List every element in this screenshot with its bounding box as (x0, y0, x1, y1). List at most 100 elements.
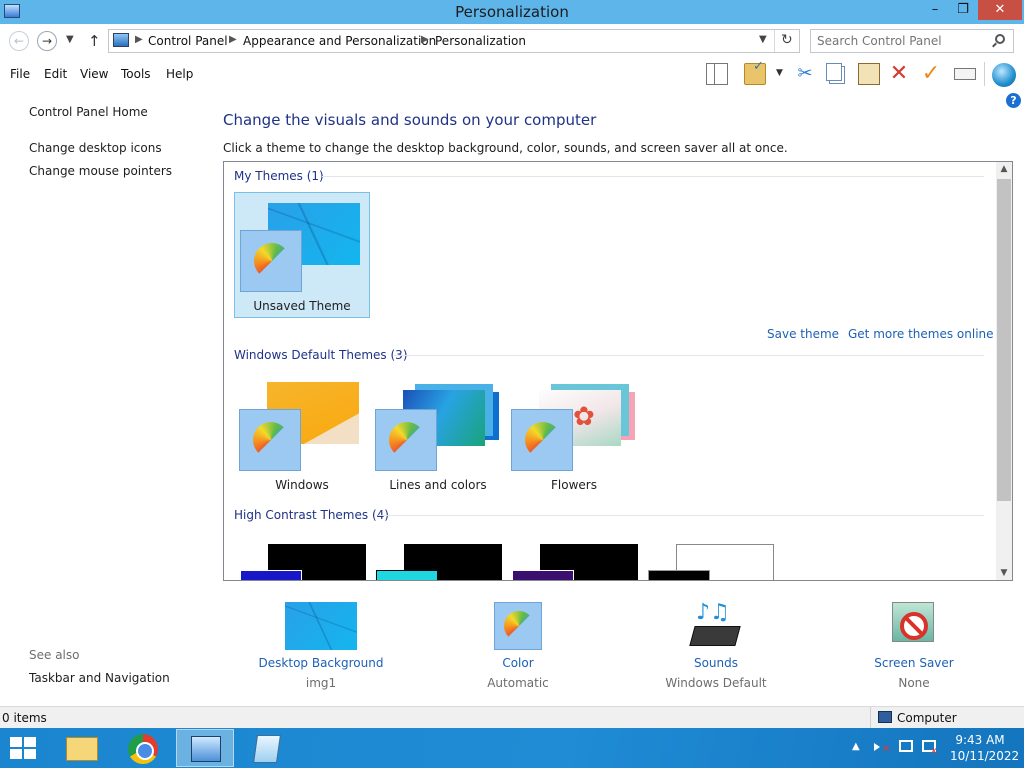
menu-edit[interactable]: Edit (44, 67, 67, 81)
computer-icon (878, 711, 892, 723)
color-icon[interactable] (494, 602, 542, 650)
change-desktop-icons-link[interactable]: Change desktop icons (29, 141, 162, 155)
group-divider (394, 355, 984, 356)
theme-tile-lines-and-colors[interactable]: Lines and colors (370, 372, 506, 498)
no-sign-icon (900, 612, 928, 640)
high-contrast-swatch (512, 570, 574, 580)
window-title: Personalization (455, 3, 569, 21)
theme-list: My Themes (1) Unsaved Theme Save theme G… (223, 161, 1013, 581)
group-label-my-themes: My Themes (1) (234, 169, 324, 183)
speaker-icon[interactable] (874, 743, 880, 751)
desktop-background-value: img1 (305, 676, 337, 690)
paste-icon[interactable] (858, 63, 880, 85)
color-link[interactable]: Color (438, 656, 598, 670)
menu-help[interactable]: Help (166, 67, 193, 81)
rename-icon[interactable] (954, 68, 976, 80)
search-icon[interactable] (995, 34, 1005, 44)
theme-tile-flowers[interactable]: Flowers (506, 372, 642, 498)
get-more-themes-link[interactable]: Get more themes online (848, 327, 994, 341)
search-input[interactable] (817, 33, 987, 49)
group-label-high-contrast: High Contrast Themes (4) (234, 508, 389, 522)
menu-tools[interactable]: Tools (121, 67, 151, 81)
address-bar[interactable]: ▶ Control Panel ▶ Appearance and Persona… (108, 29, 800, 53)
windows-logo-icon (10, 749, 22, 759)
address-dropdown-icon[interactable]: ▼ (759, 34, 767, 45)
forward-button[interactable]: → (37, 31, 57, 51)
page-heading: Change the visuals and sounds on your co… (223, 111, 597, 129)
copy-icon[interactable] (826, 63, 842, 81)
control-panel-home-link[interactable]: Control Panel Home (29, 105, 148, 119)
sounds-icon[interactable]: ♪♫ (689, 600, 741, 650)
sounds-link[interactable]: Sounds (636, 656, 796, 670)
color-palette-icon (239, 409, 301, 471)
clock-date[interactable]: 10/11/2022 (950, 749, 1019, 763)
address-row: ← → ▼ ↑ ▶ Control Panel ▶ Appearance and… (0, 24, 1024, 58)
up-arrow-icon[interactable]: ↑ (88, 32, 101, 50)
scroll-down-icon[interactable]: ▼ (996, 568, 1012, 578)
close-button[interactable]: ✕ (978, 0, 1022, 20)
desktop-background-icon[interactable] (285, 602, 357, 650)
theme-tile-unsaved[interactable]: Unsaved Theme (234, 192, 370, 318)
properties-icon[interactable]: ✓ (920, 63, 942, 85)
control-panel-icon (113, 33, 129, 47)
network-icon[interactable] (899, 740, 913, 752)
screen-saver-icon[interactable] (890, 600, 940, 650)
color-palette-icon (511, 409, 573, 471)
see-also-label: See also (29, 648, 80, 662)
color-palette-icon (240, 230, 302, 292)
help-icon[interactable]: ? (1006, 93, 1021, 108)
taskbar-notepad[interactable] (238, 729, 296, 767)
windows-logo-icon (24, 737, 36, 747)
toolbar-divider (984, 62, 985, 86)
taskbar-control-panel[interactable] (176, 729, 234, 767)
menu-bar: File Edit View Tools Help ▼ ✂ ✕ ✓ (0, 58, 1024, 90)
muted-x-icon: ✕ (882, 744, 891, 755)
menu-view[interactable]: View (80, 67, 108, 81)
taskbar-file-explorer[interactable] (52, 729, 110, 767)
high-contrast-swatch (648, 570, 710, 580)
theme-name: Flowers (551, 478, 597, 492)
back-button[interactable]: ← (9, 31, 29, 51)
scroll-thumb[interactable] (997, 179, 1011, 501)
breadcrumb-separator-icon[interactable]: ▶ (229, 34, 237, 45)
breadcrumb-control-panel[interactable]: Control Panel (148, 34, 228, 48)
status-divider (870, 707, 871, 728)
windows-logo-icon (24, 749, 36, 759)
cut-icon[interactable]: ✂ (794, 63, 816, 85)
theme-list-scrollbar[interactable]: ▲ ▼ (996, 162, 1012, 580)
breadcrumb-appearance[interactable]: Appearance and Personalization (243, 34, 436, 48)
title-bar: Personalization – ❐ ✕ (0, 0, 1024, 24)
refresh-icon[interactable]: ↻ (781, 32, 793, 48)
breadcrumb-personalization[interactable]: Personalization (435, 34, 526, 48)
high-contrast-swatch (376, 570, 438, 580)
recent-locations-chevron-icon[interactable]: ▼ (66, 34, 74, 45)
start-button[interactable] (10, 737, 38, 759)
breadcrumb-separator-icon[interactable]: ▶ (421, 34, 429, 45)
save-theme-link[interactable]: Save theme (767, 327, 839, 341)
maximize-button[interactable]: ❐ (950, 0, 976, 20)
globe-icon[interactable] (992, 63, 1016, 87)
search-box[interactable] (810, 29, 1014, 53)
theme-tile-windows[interactable]: Windows (234, 372, 370, 498)
status-bar: 0 items Computer (0, 706, 1024, 728)
desktop-background-link[interactable]: Desktop Background (241, 656, 401, 670)
change-mouse-pointers-link[interactable]: Change mouse pointers (29, 164, 172, 178)
music-notes-icon: ♪♫ (696, 600, 730, 625)
taskbar-chrome[interactable] (114, 729, 172, 767)
high-contrast-swatch (240, 570, 302, 580)
show-hidden-icons-icon[interactable]: ▲ (852, 741, 860, 752)
screen-saver-value: None (898, 676, 930, 690)
taskbar-navigation-link[interactable]: Taskbar and Navigation (29, 671, 170, 685)
layout-icon[interactable] (706, 63, 728, 85)
menu-file[interactable]: File (10, 67, 30, 81)
screen-saver-link[interactable]: Screen Saver (834, 656, 994, 670)
minimize-button[interactable]: – (920, 0, 950, 20)
scroll-up-icon[interactable]: ▲ (996, 164, 1012, 174)
folder-options-icon[interactable] (744, 59, 766, 85)
folder-options-dropdown-icon[interactable]: ▼ (776, 68, 783, 78)
address-divider (774, 30, 775, 52)
group-divider (378, 515, 984, 516)
clock-time[interactable]: 9:43 AM (950, 733, 1010, 747)
delete-icon[interactable]: ✕ (888, 63, 910, 85)
breadcrumb-separator-icon[interactable]: ▶ (135, 34, 143, 45)
